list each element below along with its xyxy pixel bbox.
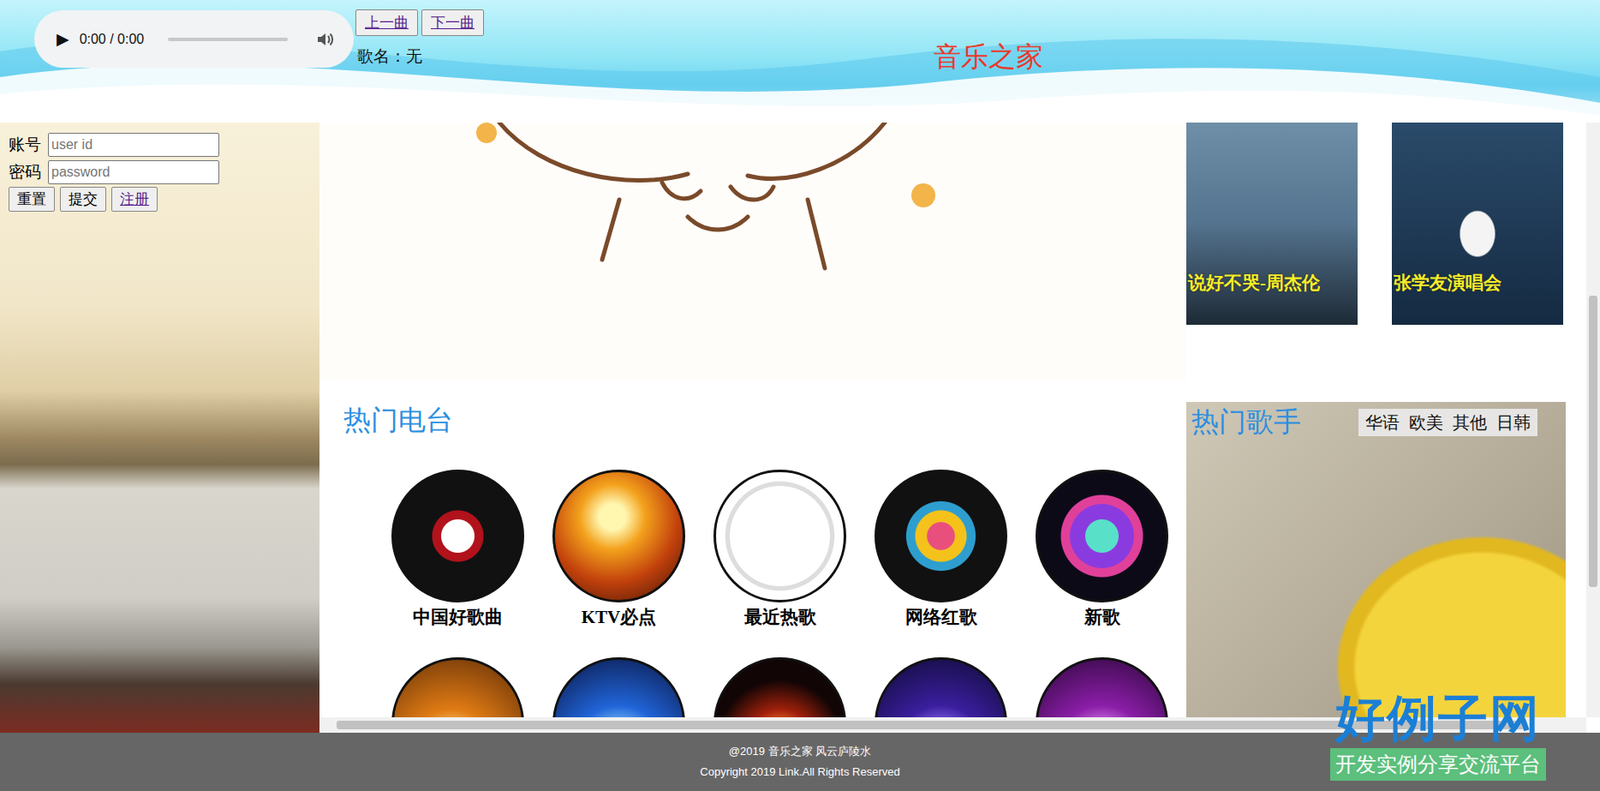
station-label[interactable]: 新歌 bbox=[1084, 603, 1121, 632]
watermark-logo: 好例子网 bbox=[1335, 692, 1541, 743]
banner-image[interactable] bbox=[319, 122, 1187, 380]
player-controls: 上一曲下一曲歌名：无 bbox=[355, 9, 484, 123]
singer-tab[interactable]: 华语 bbox=[1365, 409, 1400, 436]
next-button[interactable]: 下一曲 bbox=[421, 9, 484, 36]
singers-panel: 热门歌手 华语欧美其他日韩 bbox=[1186, 401, 1566, 733]
station-list: 中国好歌曲 KTV必点 最近热歌 网络红歌 新歌 bbox=[391, 469, 1180, 733]
station-item[interactable]: 新歌 bbox=[1035, 469, 1169, 632]
field-label: 密码 bbox=[8, 160, 47, 186]
audio-player[interactable]: ▶ 0:00 / 0:00 bbox=[34, 10, 354, 68]
progress-slider[interactable] bbox=[167, 37, 288, 42]
singers-heading: 热门歌手 bbox=[1191, 406, 1302, 437]
singer-tab[interactable]: 欧美 bbox=[1408, 409, 1444, 436]
page-header: ▶ 0:00 / 0:00 上一曲下一曲歌名：无 音乐之家 bbox=[0, 0, 1600, 123]
station-item[interactable]: 中国好歌曲 bbox=[391, 469, 525, 632]
station-item[interactable]: 最近热歌 bbox=[713, 469, 847, 632]
featured-caption[interactable]: 说好不哭-周杰伦 bbox=[1188, 269, 1320, 298]
reset-button[interactable]: 重置 bbox=[8, 186, 55, 212]
vertical-scrollbar[interactable] bbox=[1586, 122, 1600, 717]
watermark-slogan: 开发实例分享交流平台 bbox=[1330, 747, 1547, 781]
play-button[interactable]: ▶ bbox=[56, 30, 70, 48]
featured-item[interactable]: 说好不哭-周杰伦 bbox=[1186, 122, 1358, 325]
login-form: 账号密码重置提交注册 bbox=[8, 132, 311, 212]
station-label[interactable]: 中国好歌曲 bbox=[412, 603, 503, 632]
page-footer: @2019 音乐之家 风云庐陵水 Copyright 2019 Link.All … bbox=[0, 732, 1600, 791]
station-item[interactable]: 网络红歌 bbox=[874, 469, 1008, 632]
singer-tab[interactable]: 其他 bbox=[1452, 409, 1487, 436]
main-content: 热门电台中国好歌曲 KTV必点 最近热歌 网络红歌 新歌 说好不哭-周杰伦 张学友演唱会热… bbox=[319, 122, 1600, 733]
watermark: 好例子网开发实例分享交流平台 bbox=[1330, 692, 1547, 781]
featured-item[interactable]: 张学友演唱会 bbox=[1391, 122, 1564, 325]
sidebar: 账号密码重置提交注册 bbox=[0, 122, 320, 733]
previous-button[interactable]: 上一曲 bbox=[355, 9, 418, 36]
site-title: 音乐之家 bbox=[933, 35, 1044, 78]
station-label[interactable]: 最近热歌 bbox=[744, 603, 817, 632]
station-item[interactable]: KTV必点 bbox=[552, 469, 686, 632]
volume-icon[interactable] bbox=[298, 28, 336, 50]
footer-line: @2019 音乐之家 风云庐陵水 bbox=[728, 745, 872, 758]
register-button[interactable]: 注册 bbox=[111, 186, 158, 212]
station-cover[interactable] bbox=[874, 469, 1008, 603]
footer-line: Copyright 2019 Link.All Rights Reserved bbox=[699, 765, 900, 778]
station-cover[interactable] bbox=[1035, 469, 1169, 603]
song-name: 歌名：无 bbox=[355, 44, 484, 70]
featured-list: 说好不哭-周杰伦 张学友演唱会 bbox=[1186, 122, 1566, 326]
station-cover[interactable] bbox=[713, 469, 847, 603]
time-display: 0:00 / 0:00 bbox=[79, 29, 145, 50]
submit-button[interactable]: 提交 bbox=[59, 186, 107, 212]
station-cover[interactable] bbox=[391, 469, 525, 603]
station-label[interactable]: 网络红歌 bbox=[905, 603, 978, 632]
account-input[interactable] bbox=[47, 132, 220, 157]
radio-heading: 热门电台 bbox=[343, 405, 1187, 436]
horizontal-scrollbar[interactable] bbox=[319, 716, 1587, 733]
singer-tabs: 华语欧美其他日韩 bbox=[1358, 408, 1538, 436]
station-cover[interactable] bbox=[552, 469, 686, 603]
featured-caption[interactable]: 张学友演唱会 bbox=[1393, 269, 1502, 298]
password-input[interactable] bbox=[47, 160, 220, 185]
field-label: 账号 bbox=[8, 132, 47, 158]
station-label[interactable]: KTV必点 bbox=[581, 603, 657, 632]
singer-tab[interactable]: 日韩 bbox=[1496, 409, 1531, 436]
